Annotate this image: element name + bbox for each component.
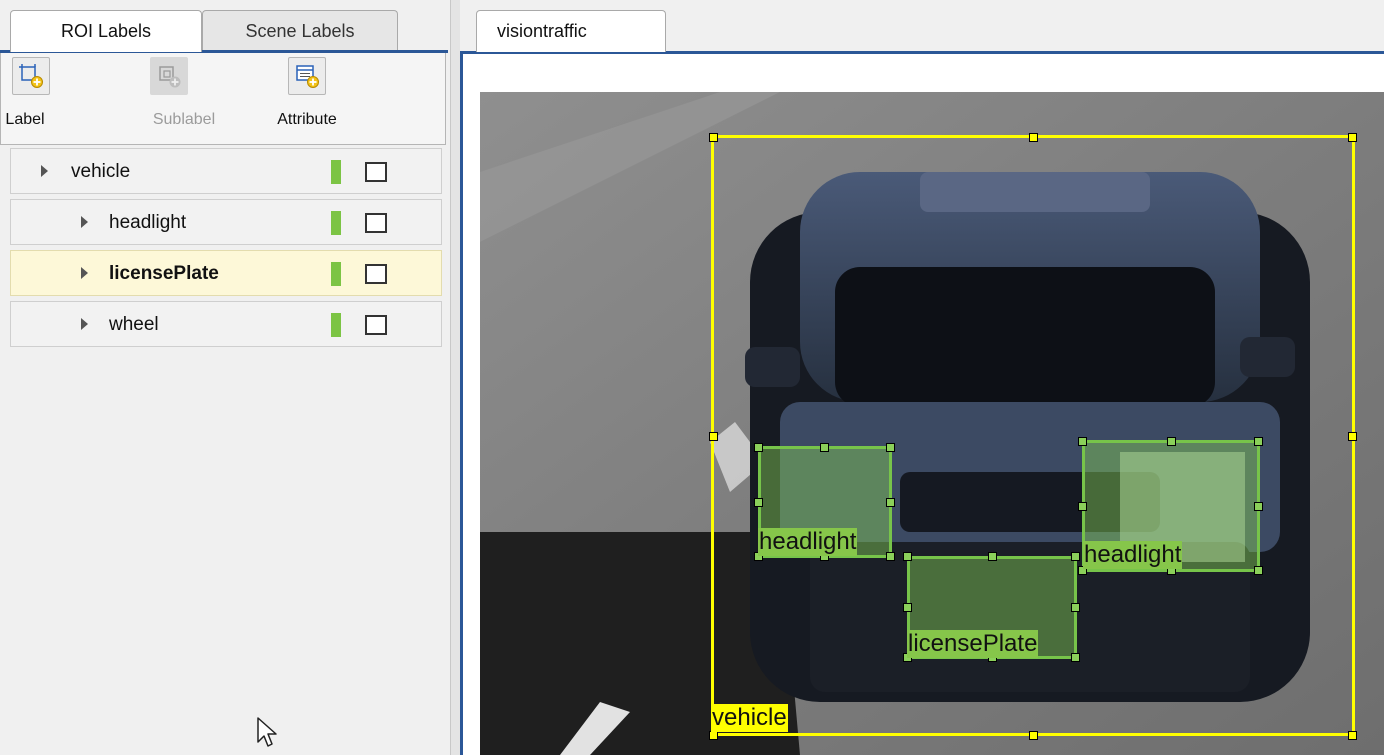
label-button-text: Label	[5, 111, 45, 128]
tab-roi-labels[interactable]: ROI Labels	[10, 10, 202, 52]
bbox-label-licenseplate: licensePlate	[907, 630, 1039, 658]
resize-handle[interactable]	[1078, 437, 1087, 446]
resize-handle[interactable]	[1071, 603, 1080, 612]
expand-caret-icon[interactable]	[81, 267, 88, 279]
resize-handle[interactable]	[1029, 731, 1038, 740]
label-row-wheel[interactable]: wheel	[10, 301, 442, 347]
resize-handle[interactable]	[1254, 437, 1263, 446]
resize-handle[interactable]	[709, 731, 718, 740]
resize-handle[interactable]	[1254, 566, 1263, 575]
resize-handle[interactable]	[1167, 437, 1176, 446]
label-visibility-checkbox[interactable]	[365, 162, 387, 182]
add-attribute-button[interactable]	[288, 57, 326, 95]
resize-handle[interactable]	[754, 443, 763, 452]
label-color-swatch[interactable]	[331, 211, 341, 235]
label-row-licenseplate[interactable]: licensePlate	[10, 250, 442, 296]
label-name: wheel	[109, 314, 159, 335]
label-color-swatch[interactable]	[331, 262, 341, 286]
mouse-pointer-icon	[257, 717, 277, 747]
tab-scene-labels[interactable]: Scene Labels	[202, 10, 398, 50]
resize-handle[interactable]	[820, 443, 829, 452]
add-label-tool[interactable]: Label	[1, 53, 101, 145]
resize-handle[interactable]	[709, 133, 718, 142]
label-toolbar: Label Sublabel Attribute	[0, 53, 446, 145]
expand-caret-icon[interactable]	[41, 165, 48, 177]
add-attribute-icon	[296, 65, 319, 88]
bbox-label-headlight: headlight	[1083, 541, 1183, 569]
bbox-label-vehicle: vehicle	[711, 704, 788, 732]
resize-handle[interactable]	[988, 552, 997, 561]
resize-handle[interactable]	[1254, 502, 1263, 511]
roi-label-panel: Scene Labels ROI Labels Label Sublabel A…	[0, 0, 450, 755]
label-row-headlight[interactable]: headlight	[10, 199, 442, 245]
resize-handle[interactable]	[1348, 731, 1357, 740]
add-attribute-tool[interactable]: Attribute	[277, 53, 377, 145]
resize-handle[interactable]	[903, 603, 912, 612]
label-name: vehicle	[71, 161, 131, 182]
panel-splitter[interactable]	[450, 0, 460, 755]
expand-caret-icon[interactable]	[81, 318, 88, 330]
resize-handle[interactable]	[1029, 133, 1038, 142]
resize-handle[interactable]	[709, 432, 718, 441]
add-sublabel-button[interactable]	[150, 57, 188, 95]
label-row-vehicle[interactable]: vehicle	[10, 148, 442, 194]
label-name: headlight	[109, 212, 187, 233]
attribute-button-text: Attribute	[277, 111, 337, 128]
label-visibility-checkbox[interactable]	[365, 264, 387, 284]
resize-handle[interactable]	[1071, 653, 1080, 662]
resize-handle[interactable]	[1078, 502, 1087, 511]
label-visibility-checkbox[interactable]	[365, 213, 387, 233]
add-sublabel-tool[interactable]: Sublabel	[139, 53, 239, 145]
label-color-swatch[interactable]	[331, 313, 341, 337]
resize-handle[interactable]	[1348, 133, 1357, 142]
add-roi-label-icon	[19, 64, 43, 88]
resize-handle[interactable]	[1348, 432, 1357, 441]
resize-handle[interactable]	[903, 552, 912, 561]
label-name: licensePlate	[109, 263, 219, 284]
add-roi-label-button[interactable]	[12, 57, 50, 95]
resize-handle[interactable]	[754, 498, 763, 507]
resize-handle[interactable]	[886, 552, 895, 561]
label-color-swatch[interactable]	[331, 160, 341, 184]
sublabel-button-text: Sublabel	[152, 111, 216, 128]
label-visibility-checkbox[interactable]	[365, 315, 387, 335]
resize-handle[interactable]	[886, 498, 895, 507]
expand-caret-icon[interactable]	[81, 216, 88, 228]
bbox-label-headlight: headlight	[758, 528, 858, 556]
resize-handle[interactable]	[1071, 552, 1080, 561]
tab-visiontraffic[interactable]: visiontraffic	[476, 10, 666, 52]
add-sublabel-icon	[159, 66, 181, 88]
resize-handle[interactable]	[886, 443, 895, 452]
